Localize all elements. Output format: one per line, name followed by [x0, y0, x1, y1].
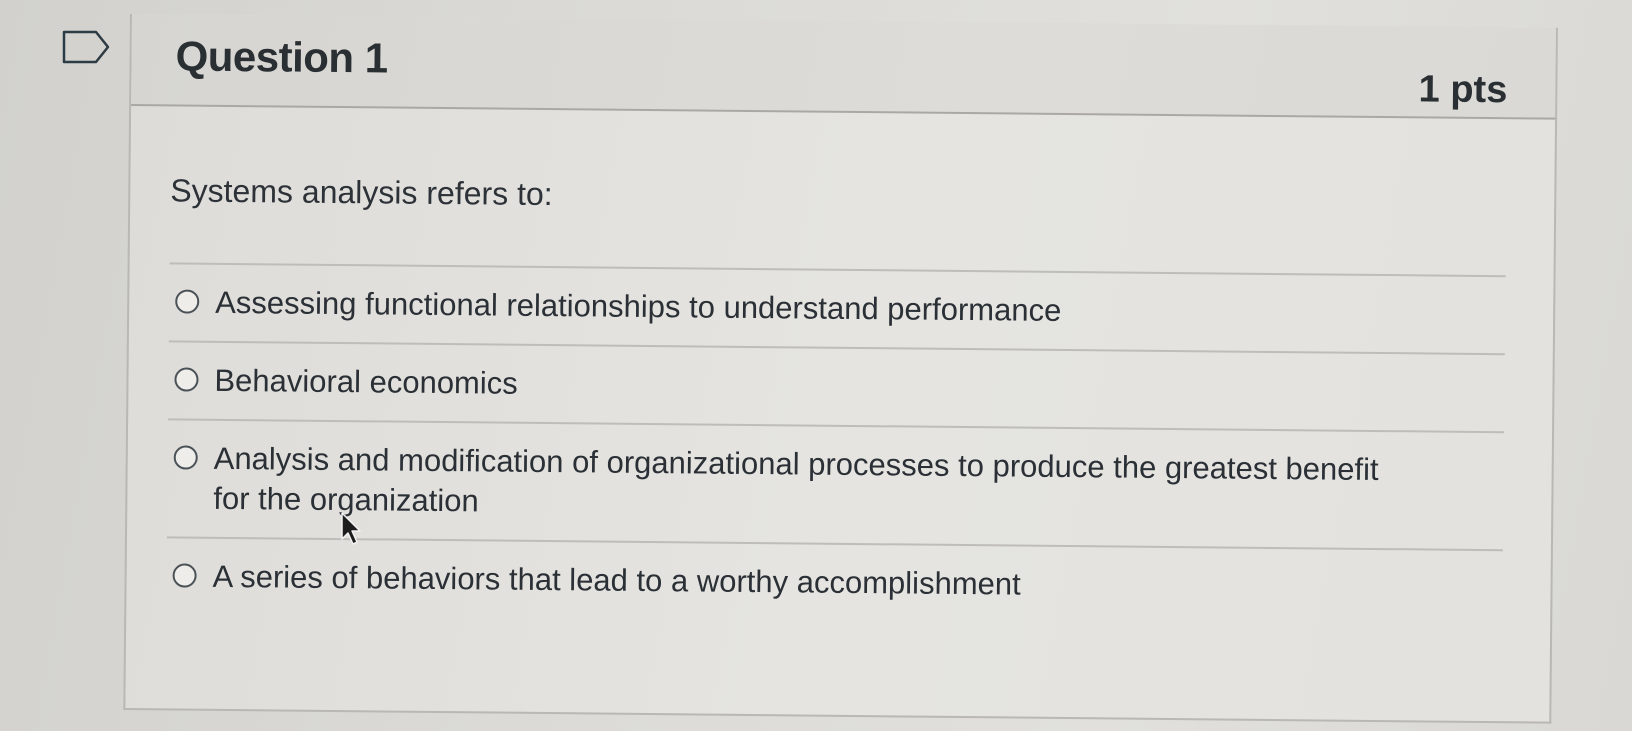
answer-option-4[interactable]: A series of behaviors that lead to a wor…	[166, 538, 1503, 627]
answer-option-3[interactable]: Analysis and modification of organizatio…	[166, 420, 1505, 552]
answer-label: Analysis and modification of organizatio…	[213, 440, 1379, 519]
radio-button-icon[interactable]	[175, 289, 200, 314]
question-card: Question 1 1 pts Systems analysis refers…	[123, 14, 1558, 724]
answer-label: Assessing functional relationships to un…	[215, 284, 1062, 328]
answer-option-2[interactable]: Behavioral economics	[168, 342, 1505, 434]
question-title: Question 1	[175, 32, 388, 82]
answer-label: Behavioral economics	[214, 362, 518, 401]
radio-button-icon[interactable]	[172, 563, 197, 588]
flag-question-icon[interactable]	[62, 30, 110, 64]
answer-list: Assessing functional relationships to un…	[166, 262, 1506, 628]
answer-option-1[interactable]: Assessing functional relationships to un…	[168, 264, 1506, 356]
radio-button-icon[interactable]	[173, 445, 198, 470]
answer-label: A series of behaviors that lead to a wor…	[212, 558, 1021, 602]
question-text: Systems analysis refers to:	[170, 172, 553, 213]
question-header: Question 1 1 pts	[131, 14, 1556, 120]
mouse-pointer-icon	[341, 512, 361, 545]
question-body: Systems analysis refers to: Assessing fu…	[126, 172, 1554, 628]
question-points: 1 pts	[1418, 68, 1508, 112]
radio-button-icon[interactable]	[174, 367, 199, 392]
